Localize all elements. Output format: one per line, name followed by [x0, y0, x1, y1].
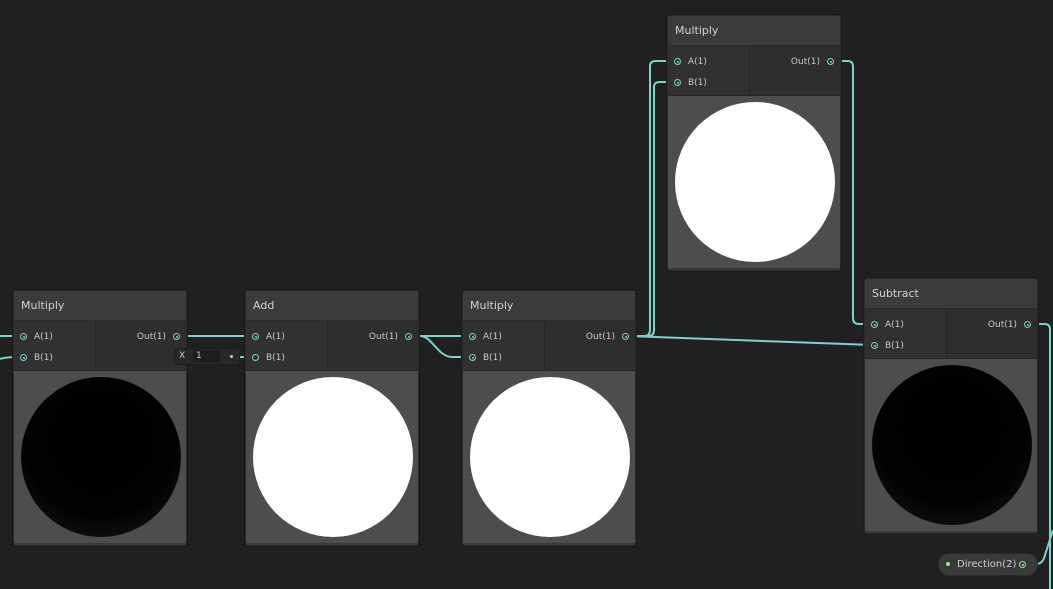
port-connector-icon[interactable]: [20, 333, 27, 340]
input-port-a[interactable]: A(1): [871, 318, 904, 332]
port-label: A(1): [483, 332, 502, 342]
port-label: A(1): [34, 332, 53, 342]
preview-area: [463, 371, 635, 543]
multiply-node-3[interactable]: Multiply A(1) B(1) Out(1): [667, 15, 841, 271]
preview-area: [246, 371, 418, 543]
node-ports: A(1) B(1) Out(1): [668, 46, 840, 96]
output-port[interactable]: Out(1): [791, 55, 834, 69]
node-title[interactable]: Add: [246, 291, 418, 321]
node-title[interactable]: Subtract: [865, 279, 1037, 309]
input-port-b[interactable]: B(1): [469, 351, 502, 365]
port-connector-icon[interactable]: [469, 333, 476, 340]
wire-multiply2-to-subtract-b: [626, 335, 874, 346]
port-connector-icon[interactable]: [469, 354, 476, 361]
port-label: B(1): [34, 353, 53, 363]
port-label: B(1): [266, 353, 285, 363]
node-ports: A(1) B(1) Out(1): [14, 321, 186, 371]
port-connector-icon[interactable]: [1024, 321, 1031, 328]
port-connector-icon[interactable]: [871, 321, 878, 328]
preview-area: [14, 371, 186, 543]
output-port[interactable]: Out(1): [369, 330, 412, 344]
preview-sphere: [21, 377, 181, 537]
output-port[interactable]: Out(1): [586, 330, 629, 344]
field-connector-icon: [230, 355, 233, 358]
port-connector-icon[interactable]: [173, 333, 180, 340]
port-connector-icon[interactable]: [1019, 561, 1026, 568]
port-connector-icon[interactable]: [20, 354, 27, 361]
input-ports: A(1) B(1): [14, 321, 96, 370]
input-ports: A(1) B(1): [463, 321, 545, 370]
port-connector-icon[interactable]: [674, 79, 681, 86]
port-connector-icon[interactable]: [252, 354, 259, 361]
input-port-a[interactable]: A(1): [252, 330, 285, 344]
output-port[interactable]: Out(1): [137, 330, 180, 344]
field-value-input[interactable]: 1: [193, 350, 220, 362]
port-label: Out(1): [585, 332, 615, 342]
input-port-a[interactable]: A(1): [674, 55, 707, 69]
port-connector-icon[interactable]: [622, 333, 629, 340]
field-axis-label: X: [179, 351, 186, 361]
multiply-node-1[interactable]: Multiply A(1) B(1) Out(1): [13, 290, 187, 546]
input-port-b[interactable]: B(1): [252, 351, 285, 365]
port-label: Out(1): [368, 332, 398, 342]
node-ports: A(1) B(1) Out(1): [463, 321, 635, 371]
add-node[interactable]: Add A(1) B(1) Out(1): [245, 290, 419, 546]
input-port-b[interactable]: B(1): [871, 339, 904, 353]
port-label: Out(1): [987, 320, 1017, 330]
port-label: B(1): [688, 78, 707, 88]
subtract-node[interactable]: Subtract A(1) B(1) Out(1): [864, 278, 1038, 534]
preview-area: [668, 96, 840, 268]
preview-sphere: [872, 365, 1032, 525]
preview-sphere: [675, 102, 835, 262]
node-ports: A(1) B(1) Out(1): [865, 309, 1037, 359]
port-label: Out(1): [790, 57, 820, 67]
port-connector-icon[interactable]: [405, 333, 412, 340]
input-ports: A(1) B(1): [865, 309, 947, 358]
input-ports: A(1) B(1): [668, 46, 750, 95]
port-label: A(1): [885, 320, 904, 330]
node-title[interactable]: Multiply: [668, 16, 840, 46]
node-title[interactable]: Multiply: [463, 291, 635, 321]
property-indicator-icon: [946, 562, 950, 566]
input-port-b[interactable]: B(1): [20, 351, 53, 365]
output-port[interactable]: Out(1): [988, 318, 1031, 332]
node-ports: A(1) B(1) Out(1): [246, 321, 418, 371]
input-ports: A(1) B(1): [246, 321, 328, 370]
port-connector-icon[interactable]: [674, 58, 681, 65]
preview-area: [865, 359, 1037, 531]
property-label: Direction(2): [957, 559, 1017, 570]
preview-sphere: [470, 377, 630, 537]
input-port-b[interactable]: B(1): [674, 76, 707, 90]
node-title[interactable]: Multiply: [14, 291, 186, 321]
port-connector-icon[interactable]: [871, 342, 878, 349]
input-port-a[interactable]: A(1): [469, 330, 502, 344]
port-label: B(1): [483, 353, 502, 363]
port-connector-icon[interactable]: [252, 333, 259, 340]
preview-sphere: [253, 377, 413, 537]
input-port-a[interactable]: A(1): [20, 330, 53, 344]
multiply-node-2[interactable]: Multiply A(1) B(1) Out(1): [462, 290, 636, 546]
port-label: A(1): [266, 332, 285, 342]
port-label: Out(1): [136, 332, 166, 342]
direction-property-node[interactable]: Direction(2): [938, 553, 1038, 576]
inline-value-field[interactable]: X 1: [174, 348, 240, 365]
port-label: A(1): [688, 57, 707, 67]
port-label: B(1): [885, 341, 904, 351]
port-connector-icon[interactable]: [827, 58, 834, 65]
